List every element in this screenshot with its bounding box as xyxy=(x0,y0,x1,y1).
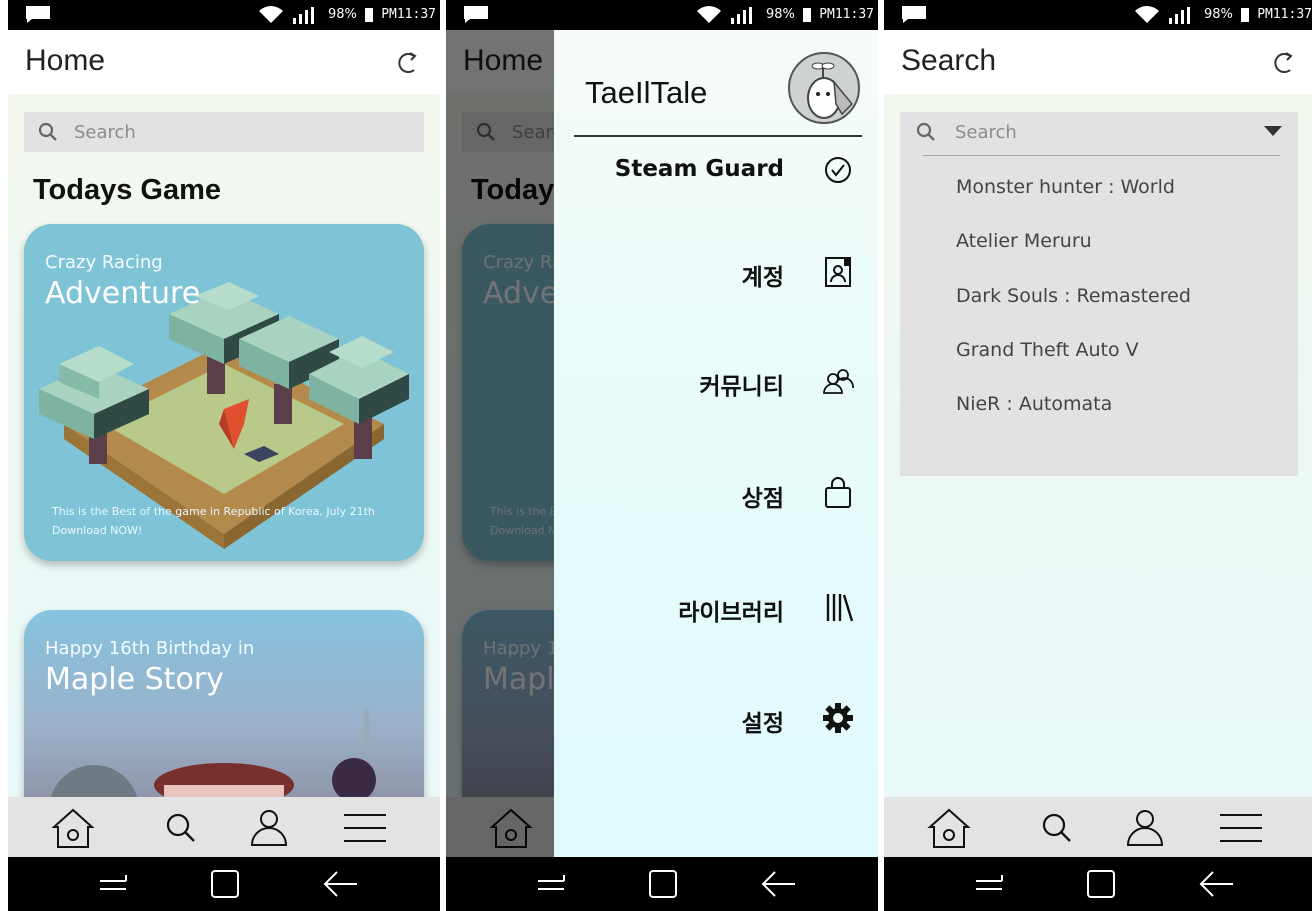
search-underline xyxy=(922,155,1280,156)
drawer-item-label: 계정 xyxy=(741,265,784,291)
menu-icon[interactable] xyxy=(342,807,388,849)
message-icon xyxy=(464,6,488,23)
search-icon[interactable] xyxy=(158,807,204,849)
gear-icon xyxy=(823,703,853,733)
drawer-item-library[interactable]: 라이브러리 xyxy=(554,587,878,627)
wifi-icon xyxy=(697,6,721,24)
drawer-divider xyxy=(574,135,862,137)
app-bar: Search xyxy=(884,30,1312,94)
status-bar: 98% PM11:37 xyxy=(8,0,440,30)
search-input[interactable]: Search xyxy=(955,122,1017,143)
drawer-item-community[interactable]: 커뮤니티 xyxy=(554,361,878,401)
search-content: Search Monster hunter : World Atelier Me… xyxy=(884,94,1312,857)
refresh-icon[interactable] xyxy=(394,50,420,76)
check-circle-icon xyxy=(825,157,851,183)
drawer-item-steam-guard[interactable]: Steam Guard xyxy=(554,150,878,190)
card-title: Maple Story xyxy=(45,662,224,697)
drawer-item-label: Steam Guard xyxy=(614,156,784,182)
clock: PM11:37 xyxy=(381,7,436,22)
card-cta: Download NOW! xyxy=(52,524,143,537)
back-arrow-icon[interactable] xyxy=(1199,869,1233,899)
page-title: Search xyxy=(901,44,997,77)
game-card-adventure[interactable]: Crazy Racing Adventure This is the Best … xyxy=(24,224,424,561)
signal-icon xyxy=(1169,7,1190,24)
home-screen: 98% PM11:37 Home Todays Game xyxy=(8,0,440,911)
search-dropdown[interactable]: Search Monster hunter : World Atelier Me… xyxy=(900,112,1298,476)
message-icon xyxy=(26,6,50,23)
recent-apps-icon[interactable] xyxy=(534,869,568,899)
search-result-item[interactable]: NieR : Automata xyxy=(956,393,1112,415)
status-bar: 98% PM11:37 xyxy=(884,0,1312,30)
people-icon xyxy=(823,369,854,394)
battery-icon xyxy=(803,8,811,22)
drawer-item-label: 상점 xyxy=(741,486,784,512)
navigation-drawer: TaeIlTale Steam Guard 계정 커뮤니티 상점 라이브러리 설… xyxy=(554,30,878,857)
avatar[interactable] xyxy=(788,52,860,124)
refresh-icon[interactable] xyxy=(1270,50,1296,76)
battery-percent: 98% xyxy=(328,7,357,22)
home-button-icon[interactable] xyxy=(1084,869,1118,899)
home-icon[interactable] xyxy=(926,807,972,849)
home-button-icon[interactable] xyxy=(208,869,242,899)
system-nav-bar xyxy=(884,857,1312,911)
card-title: Adventure xyxy=(45,276,201,311)
caret-down-icon[interactable] xyxy=(1264,126,1282,136)
card-subtitle: Happy 16th Birthday in xyxy=(45,638,255,659)
wifi-icon xyxy=(259,6,283,24)
search-icon[interactable] xyxy=(1034,807,1080,849)
profile-icon[interactable] xyxy=(1122,807,1168,849)
drawer-item-label: 커뮤니티 xyxy=(699,374,784,400)
contact-book-icon xyxy=(825,257,851,287)
drawer-item-label: 설정 xyxy=(741,711,784,737)
search-icon xyxy=(916,122,935,141)
drawer-item-label: 라이브러리 xyxy=(678,600,784,626)
search-result-item[interactable]: Monster hunter : World xyxy=(956,176,1175,198)
system-nav-bar xyxy=(8,857,440,911)
home-icon[interactable] xyxy=(50,807,96,849)
search-screen: 98% PM11:37 Search Search Monster hunter… xyxy=(884,0,1312,911)
status-bar: 98% PM11:37 xyxy=(446,0,878,30)
back-arrow-icon[interactable] xyxy=(323,869,357,899)
signal-icon xyxy=(293,7,314,24)
recent-apps-icon[interactable] xyxy=(96,869,130,899)
home-button-icon[interactable] xyxy=(646,869,680,899)
search-result-item[interactable]: Atelier Meruru xyxy=(956,230,1092,252)
section-title: Todays Game xyxy=(33,174,222,206)
library-icon xyxy=(826,594,854,622)
drawer-item-settings[interactable]: 설정 xyxy=(554,698,878,738)
drawer-screen: 98% PM11:37 Home Todays Game Crazy Racin… xyxy=(446,0,878,911)
recent-apps-icon[interactable] xyxy=(972,869,1006,899)
menu-icon[interactable] xyxy=(1218,807,1264,849)
search-input[interactable] xyxy=(74,118,404,146)
battery-icon xyxy=(365,8,373,22)
drawer-item-store[interactable]: 상점 xyxy=(554,473,878,513)
battery-icon xyxy=(1241,8,1249,22)
search-result-item[interactable]: Dark Souls : Remastered xyxy=(956,285,1191,307)
signal-icon xyxy=(731,7,752,24)
bottom-nav xyxy=(884,797,1312,857)
bottom-nav xyxy=(8,797,440,857)
battery-percent: 98% xyxy=(1204,7,1233,22)
page-title: Home xyxy=(25,44,106,77)
wifi-icon xyxy=(1135,6,1159,24)
drawer-title: TaeIlTale xyxy=(585,75,708,110)
shopping-bag-icon xyxy=(825,477,851,508)
clock: PM11:37 xyxy=(1257,7,1312,22)
card-description: This is the Best of the game in Republic… xyxy=(52,505,375,518)
system-nav-bar xyxy=(446,857,878,911)
card-subtitle: Crazy Racing xyxy=(45,252,163,273)
search-icon xyxy=(38,122,57,141)
app-bar: Home xyxy=(8,30,440,94)
message-icon xyxy=(902,6,926,23)
search-result-item[interactable]: Grand Theft Auto V xyxy=(956,339,1139,361)
clock: PM11:37 xyxy=(819,7,874,22)
drawer-item-account[interactable]: 계정 xyxy=(554,252,878,292)
robot-avatar-icon xyxy=(807,62,854,119)
home-content: Todays Game xyxy=(8,94,440,910)
profile-icon[interactable] xyxy=(246,807,292,849)
back-arrow-icon[interactable] xyxy=(761,869,795,899)
battery-percent: 98% xyxy=(766,7,795,22)
search-bar[interactable] xyxy=(24,112,424,152)
